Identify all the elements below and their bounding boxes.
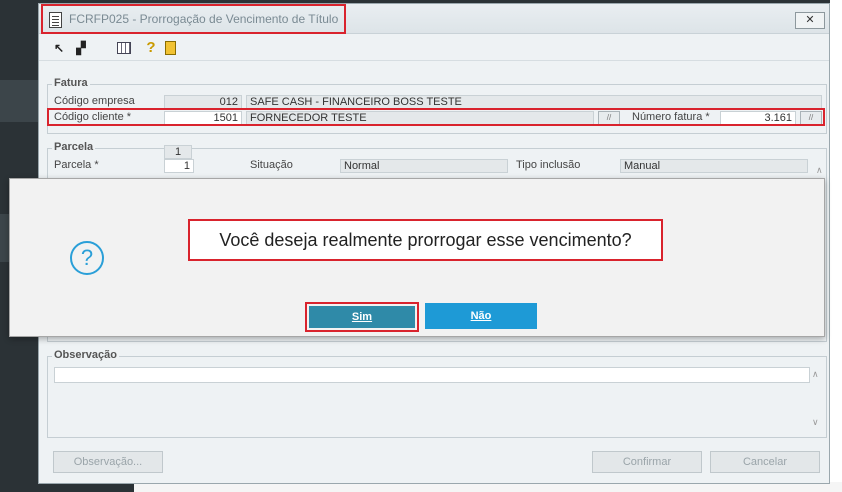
scroll-down-icon[interactable]: ∨: [812, 417, 819, 428]
sim-button[interactable]: Sim: [309, 306, 415, 328]
nao-button[interactable]: Não: [425, 303, 537, 329]
parcela-counter: 1: [164, 145, 192, 159]
observacao-button[interactable]: Observação...: [53, 451, 163, 473]
desktop-band: [0, 80, 40, 122]
dialog-message: Você deseja realmente prorrogar esse ven…: [219, 230, 632, 250]
observacao-input[interactable]: [54, 367, 810, 383]
scroll-up-icon[interactable]: ∧: [816, 165, 823, 176]
empresa-nome-field: SAFE CASH - FINANCEIRO BOSS TESTE: [246, 95, 822, 109]
calendar-grid-icon[interactable]: [117, 42, 131, 54]
parcela-legend: Parcela: [52, 141, 96, 153]
exit-door-icon[interactable]: [165, 41, 176, 55]
observacao-legend: Observação: [52, 349, 119, 361]
confirm-dialog: ? Você deseja realmente prorrogar esse v…: [9, 178, 825, 337]
tipo-inclusao-field: Manual: [620, 159, 808, 173]
observacao-group: Observação ∧ ∨: [47, 349, 827, 438]
cliente-row-highlight: [47, 108, 825, 126]
tipo-inclusao-label: Tipo inclusão: [516, 159, 581, 171]
question-icon: ?: [70, 241, 104, 275]
arrow-nw-icon[interactable]: ↖: [51, 40, 67, 56]
scroll-up-icon[interactable]: ∧: [812, 369, 819, 380]
situacao-field: Normal: [340, 159, 508, 173]
toolbar: ↖ ▞ ?: [39, 35, 829, 61]
copy-icon[interactable]: ▞: [73, 40, 89, 56]
confirmar-button[interactable]: Confirmar: [592, 451, 702, 473]
cancelar-button[interactable]: Cancelar: [710, 451, 820, 473]
title-bar: FCRFP025 - Prorrogação de Vencimento de …: [39, 4, 829, 34]
parcela-label: Parcela *: [54, 159, 99, 171]
codigo-empresa-label: Código empresa: [54, 95, 135, 107]
parcela-field[interactable]: 1: [164, 159, 194, 173]
desktop-right-strip: [830, 0, 842, 492]
help-icon[interactable]: ?: [143, 40, 159, 56]
fatura-legend: Fatura: [52, 77, 90, 89]
title-highlight: [41, 4, 346, 34]
message-highlight: Você deseja realmente prorrogar esse ven…: [188, 219, 663, 261]
close-button[interactable]: ✕: [795, 12, 825, 29]
codigo-empresa-field: 012: [164, 95, 242, 109]
situacao-label: Situação: [250, 159, 293, 171]
sim-button-highlight: Sim: [305, 302, 419, 332]
